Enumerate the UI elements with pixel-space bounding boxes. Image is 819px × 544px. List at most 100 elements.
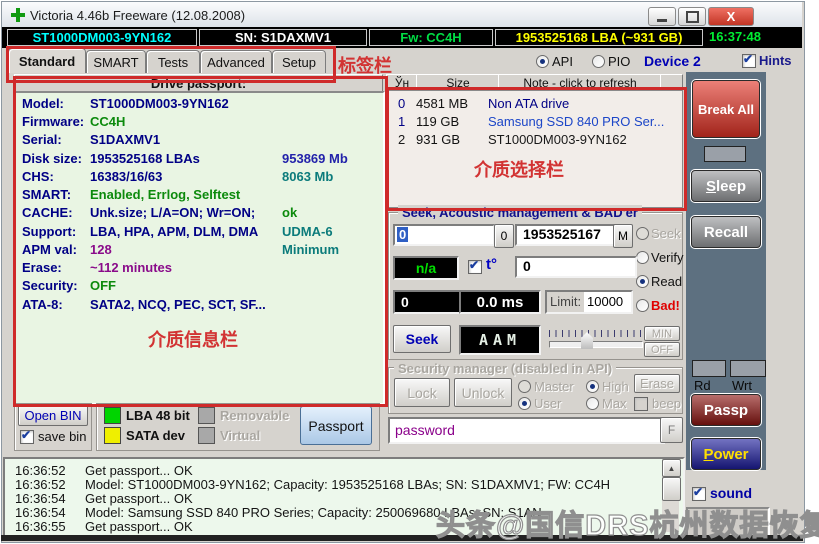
hints-checkbox[interactable]	[742, 54, 756, 68]
user-label: User	[534, 396, 561, 411]
temperature-checkbox[interactable]	[468, 260, 482, 274]
passport-value: Unk.size; L/A=ON; Wr=ON;	[90, 205, 255, 220]
tab-tests[interactable]: Tests	[146, 50, 200, 73]
pio-label: PIO	[608, 54, 630, 69]
save-bin-checkbox[interactable]	[20, 430, 34, 444]
end-lba-input[interactable]: 1953525167	[515, 224, 619, 246]
lock-button[interactable]: Lock	[394, 378, 450, 407]
start-lba-value: 0	[397, 227, 408, 242]
error-count-display: 0	[393, 290, 461, 314]
passport-label: Security:	[22, 278, 78, 293]
log-text: Get passport... OK	[85, 519, 193, 534]
log-text: Model: Samsung SSD 840 PRO Series; Capac…	[85, 505, 542, 520]
log-line: 16:36:54Get passport... OK	[15, 491, 66, 506]
passp-button[interactable]: Passp	[691, 394, 761, 426]
device-note: ST1000DM003-9YN162	[488, 132, 627, 147]
max-radio[interactable]	[586, 397, 599, 410]
high-label: High	[602, 379, 629, 394]
device-row[interactable]: 1 119 GB Samsung SSD 840 PRO Ser...	[386, 114, 681, 130]
aam-off-button[interactable]: OFF	[644, 342, 680, 357]
device-size: 931 GB	[416, 132, 460, 147]
passport-button[interactable]: Passport	[300, 406, 372, 445]
device-note: Non ATA drive	[488, 96, 569, 111]
master-radio[interactable]	[518, 380, 531, 393]
device-num: 0	[398, 96, 405, 111]
bad-mode-radio[interactable]	[636, 299, 649, 312]
log-text: Get passport... OK	[85, 491, 193, 506]
max-lba-button[interactable]: M	[613, 224, 633, 248]
tab-setup[interactable]: Setup	[272, 50, 326, 73]
write-led-label: Wrt	[732, 378, 752, 393]
device-row[interactable]: 0 4581 MB Non ATA drive	[386, 96, 681, 112]
close-button[interactable]: X	[708, 7, 754, 26]
passport-value: Enabled, Errlog, Selftest	[90, 187, 240, 202]
tab-standard[interactable]: Standard	[8, 48, 86, 73]
seek-mode-radio[interactable]	[636, 227, 649, 240]
pio-radio[interactable]	[592, 55, 605, 68]
read-mode-radio[interactable]	[636, 275, 649, 288]
sata-indicator	[104, 427, 121, 444]
hints-label: Hints	[759, 53, 792, 68]
title-bar: Victoria 4.46b Freeware (12.08.2008) X	[2, 2, 802, 28]
access-time-display: 0.0 ms	[459, 290, 541, 314]
seek-panel-title: Seek, Acoustic management & BAD'er	[398, 205, 642, 220]
unlock-button[interactable]: Unlock	[454, 378, 512, 407]
passport-value2: 8063 Mb	[282, 169, 333, 184]
passport-label: Disk size:	[22, 151, 82, 166]
passport-label: Serial:	[22, 132, 62, 147]
high-radio[interactable]	[586, 380, 599, 393]
minimize-icon	[657, 19, 667, 22]
passport-label: CHS:	[22, 169, 54, 184]
read-mode-label: Read	[651, 274, 682, 289]
device-row[interactable]: 2 931 GB ST1000DM003-9YN162	[386, 132, 681, 148]
count-input[interactable]: 0	[515, 256, 637, 278]
log-time: 16:36:52	[15, 477, 66, 492]
power-button[interactable]: Power	[691, 438, 761, 470]
verify-mode-radio[interactable]	[636, 251, 649, 264]
passport-label: ATA-8:	[22, 297, 63, 312]
power-label: Power	[703, 446, 748, 463]
aam-min-button[interactable]: MIN	[644, 326, 680, 341]
zero-button[interactable]: 0	[494, 224, 514, 248]
limit-input[interactable]: 10000	[584, 292, 631, 312]
sound-checkbox[interactable]	[692, 487, 706, 501]
erase-button[interactable]: Erase	[634, 374, 680, 393]
log-line: 16:36:52Model: ST1000DM003-9YN162; Capac…	[15, 477, 66, 492]
break-all-button[interactable]: Break All	[692, 80, 760, 138]
seek-button[interactable]: Seek	[393, 325, 451, 353]
maximize-icon	[686, 11, 699, 23]
password-f-button[interactable]: F	[660, 417, 683, 443]
api-radio[interactable]	[536, 55, 549, 68]
start-lba-input[interactable]: 0	[393, 224, 495, 246]
minimize-button[interactable]	[648, 7, 676, 26]
passport-label: Model:	[22, 96, 64, 111]
tab-advanced[interactable]: Advanced	[200, 50, 272, 73]
status-capacity: 1953525168 LBA (~931 GB)	[495, 29, 703, 46]
passport-label: Firmware:	[22, 114, 84, 129]
password-input[interactable]: password	[388, 417, 665, 444]
passport-value: 16383/16/63	[90, 169, 162, 184]
virtual-label: Virtual	[220, 428, 260, 443]
sleep-label: Sleep	[706, 178, 746, 195]
status-firmware: Fw: CC4H	[369, 29, 493, 46]
log-time: 16:36:54	[15, 491, 66, 506]
tab-smart[interactable]: SMART	[86, 50, 146, 73]
scroll-up-icon[interactable]: ▲	[662, 459, 681, 477]
max-label: Max	[602, 396, 627, 411]
open-bin-button[interactable]: Open BIN	[18, 405, 88, 426]
log-time: 16:36:55	[15, 519, 66, 534]
verify-mode-label: Verify	[651, 250, 684, 265]
sleep-button[interactable]: Sleep	[691, 170, 761, 202]
log-time: 16:36:54	[15, 505, 66, 520]
busy-indicator	[704, 146, 746, 162]
log-scrollbar-thumb[interactable]	[662, 477, 681, 501]
passport-value2: ok	[282, 205, 297, 220]
recall-button[interactable]: Recall	[691, 216, 761, 248]
passport-value: 1953525168 LBAs	[90, 151, 200, 166]
maximize-button[interactable]	[678, 7, 706, 26]
passport-value: LBA, HPA, APM, DLM, DMA	[90, 224, 258, 239]
limit-field: Limit: 10000	[545, 290, 633, 314]
beep-checkbox[interactable]	[634, 397, 648, 411]
user-radio[interactable]	[518, 397, 531, 410]
recall-label: Recall	[704, 224, 748, 241]
